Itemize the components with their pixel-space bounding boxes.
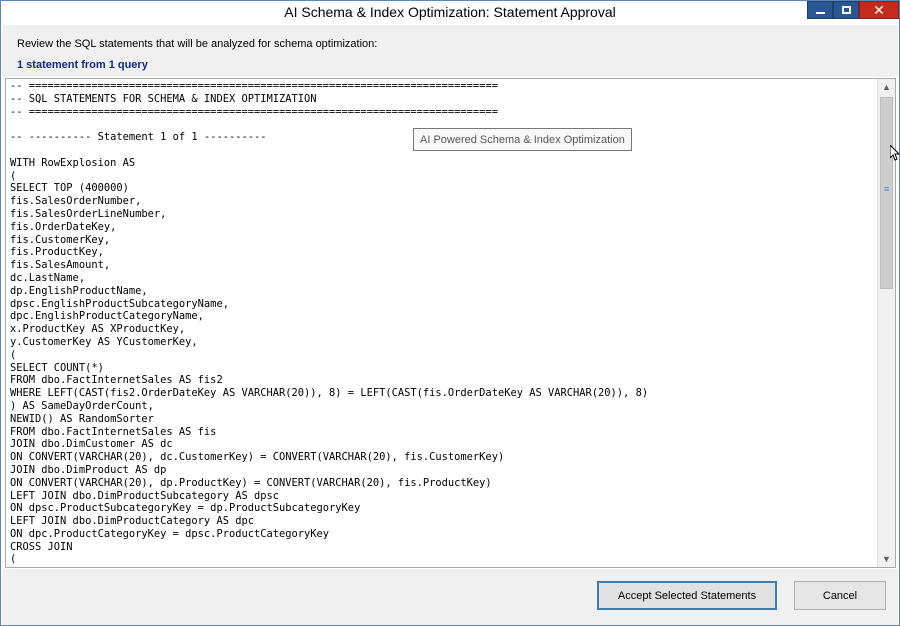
code-line: ON dpc.ProductCategoryKey = dpsc.Product… [10, 527, 330, 540]
tooltip: AI Powered Schema & Index Optimization [413, 128, 632, 151]
code-line: x.ProductKey AS XProductKey, [10, 323, 186, 336]
chevron-down-icon: ▼ [882, 554, 891, 564]
code-line: dpc.EnglishProductCategoryName, [10, 310, 204, 323]
code-line: LEFT JOIN dbo.DimProductSubcategory AS d… [10, 489, 279, 502]
scroll-up-button[interactable]: ▲ [878, 79, 895, 95]
code-line: -- =====================================… [10, 105, 498, 118]
code-line: WITH RowExplosion AS [10, 156, 136, 169]
code-line: ( [10, 553, 17, 566]
code-line: JOIN dbo.DimCustomer AS dc [10, 438, 173, 451]
code-line: FROM dbo.FactInternetSales AS fis2 [10, 374, 223, 387]
code-line: fis.SalesOrderLineNumber, [10, 207, 167, 220]
code-line: FROM dbo.FactInternetSales AS fis [10, 425, 217, 438]
code-line: fis.SalesOrderNumber, [10, 195, 142, 208]
code-line: fis.ProductKey, [10, 246, 104, 259]
minimize-icon [815, 12, 825, 14]
close-icon: ✕ [873, 1, 885, 18]
code-line: dc.LastName, [10, 271, 86, 284]
code-line: ( [10, 348, 17, 361]
code-line: ON dpsc.ProductSubcategoryKey = dp.Produ… [10, 502, 361, 515]
accept-selected-statements-button[interactable]: Accept Selected Statements [597, 581, 777, 610]
close-button[interactable]: ✕ [859, 1, 899, 19]
code-line: ON CONVERT(VARCHAR(20), dc.CustomerKey) … [10, 451, 505, 464]
header-panel: Review the SQL statements that will be a… [2, 25, 898, 77]
code-line: SELECT TOP (400000) [10, 182, 129, 195]
mouse-cursor-icon [890, 145, 900, 161]
code-line: ) AS SameDayOrderCount, [10, 399, 154, 412]
code-line: fis.CustomerKey, [10, 233, 111, 246]
code-line: WHERE LEFT(CAST(fis2.OrderDateKey AS VAR… [10, 387, 649, 400]
code-line: dpsc.EnglishProductSubcategoryName, [10, 297, 229, 310]
sql-statement-textbox[interactable]: -- =====================================… [5, 78, 896, 568]
scrollbar-thumb[interactable]: ≡ [880, 97, 893, 289]
instruction-text: Review the SQL statements that will be a… [17, 38, 378, 50]
window-title: AI Schema & Index Optimization: Statemen… [284, 4, 616, 20]
code-line: ( [10, 169, 17, 182]
code-line: CROSS JOIN [10, 540, 73, 553]
statement-approval-window: AI Schema & Index Optimization: Statemen… [0, 0, 900, 626]
code-line: LEFT JOIN dbo.DimProductCategory AS dpc [10, 515, 254, 528]
cancel-button[interactable]: Cancel [794, 581, 886, 610]
sql-code[interactable]: -- =====================================… [10, 80, 876, 567]
statement-count: 1 statement from 1 query [17, 59, 148, 71]
code-line: y.CustomerKey AS YCustomerKey, [10, 335, 198, 348]
maximize-icon [841, 6, 851, 14]
chevron-up-icon: ▲ [882, 82, 891, 92]
code-line: -- SQL STATEMENTS FOR SCHEMA & INDEX OPT… [10, 92, 317, 105]
code-line: ON CONVERT(VARCHAR(20), dp.ProductKey) =… [10, 476, 492, 489]
scroll-down-button[interactable]: ▼ [878, 551, 895, 567]
code-line: fis.OrderDateKey, [10, 220, 117, 233]
code-line: SELECT COUNT(*) [10, 361, 104, 374]
maximize-button[interactable] [833, 1, 859, 19]
code-line: NEWID() AS RandomSorter [10, 412, 154, 425]
minimize-button[interactable] [807, 1, 833, 19]
code-line: dp.EnglishProductName, [10, 284, 148, 297]
grip-icon: ≡ [884, 184, 890, 194]
title-bar[interactable]: AI Schema & Index Optimization: Statemen… [1, 1, 899, 25]
footer-panel: Accept Selected Statements Cancel [2, 569, 898, 625]
code-line: fis.SalesAmount, [10, 259, 111, 272]
code-line: JOIN dbo.DimProduct AS dp [10, 463, 167, 476]
code-line: -- =====================================… [10, 80, 498, 92]
